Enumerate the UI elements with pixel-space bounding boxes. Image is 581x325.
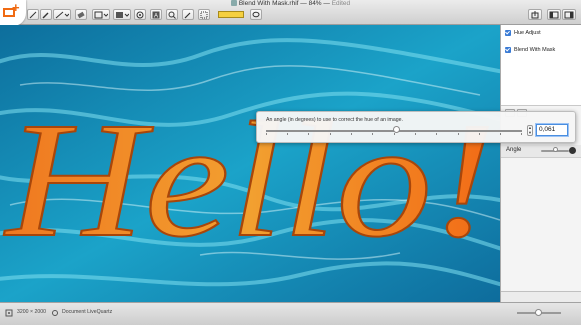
- sidebar-icon: [549, 11, 559, 18]
- layer-hue-adjust[interactable]: Hue Adjust: [505, 27, 541, 39]
- layout-icon: [94, 11, 108, 18]
- svg-text:A: A: [154, 13, 158, 19]
- gear-icon: [136, 11, 144, 18]
- image-canvas[interactable]: Hello!: [0, 25, 500, 302]
- popover-slider-knob[interactable]: [393, 126, 400, 133]
- zoom-slider-knob[interactable]: [535, 309, 542, 316]
- layer-blend-with-mask[interactable]: Blend With Mask: [505, 44, 555, 56]
- value-stepper[interactable]: ▲ ▼: [527, 125, 533, 136]
- eraser-tool-button[interactable]: [75, 9, 87, 20]
- layout-tool-button[interactable]: [92, 9, 110, 20]
- angle-control: Angle: [501, 145, 581, 158]
- layers-list: Hue Adjust Blend With Mask: [501, 25, 581, 106]
- app-logo: +: [0, 0, 26, 26]
- inspector-toggle-button[interactable]: [562, 9, 576, 20]
- picker-tool-button[interactable]: [182, 9, 194, 20]
- status-bar: 3200 × 2000 Document LiveQuartz: [0, 302, 581, 325]
- layer-visibility-checkbox[interactable]: [505, 47, 511, 53]
- line-tool-button[interactable]: [53, 9, 71, 20]
- zoom-level: 84%: [308, 0, 322, 7]
- shape-icon: [116, 11, 129, 18]
- lasso-icon: [252, 11, 260, 17]
- share-button[interactable]: [528, 9, 542, 20]
- document-icon: [230, 0, 237, 6]
- shape-tool-button[interactable]: [113, 9, 131, 20]
- angle-slider-knob[interactable]: [553, 147, 558, 152]
- image-dimensions: 3200 × 2000: [17, 309, 46, 315]
- gear-tool-button[interactable]: [134, 9, 146, 20]
- text-icon: A: [152, 11, 160, 19]
- canvas-artwork: Hello!: [0, 25, 500, 302]
- pen-icon: [29, 11, 37, 18]
- zoom-tool-button[interactable]: [166, 9, 178, 20]
- layer-label: Hue Adjust: [514, 30, 541, 36]
- text-tool-button[interactable]: A: [150, 9, 162, 20]
- pen-tool-button[interactable]: [27, 9, 39, 20]
- inspector-icon: [564, 11, 574, 18]
- eraser-icon: [77, 11, 85, 18]
- layers-panel: Hue Adjust Blend With Mask Angle: [500, 25, 581, 302]
- layer-visibility-checkbox[interactable]: [505, 30, 511, 36]
- eyedropper-icon: [184, 12, 191, 18]
- lasso-tool-button[interactable]: [250, 9, 262, 20]
- logo-plus-icon: +: [12, 0, 20, 15]
- brush-icon: [42, 12, 49, 18]
- brush-tool-button[interactable]: [40, 9, 52, 20]
- angle-value-field[interactable]: 0,061: [536, 124, 568, 136]
- share-icon: [531, 10, 539, 18]
- transform-icon: [200, 11, 208, 18]
- renderer-label[interactable]: Document LiveQuartz: [62, 309, 112, 315]
- angle-dial-icon[interactable]: [569, 147, 576, 154]
- magnifier-icon: [168, 11, 176, 19]
- settings-icon[interactable]: [51, 309, 59, 317]
- layer-label: Blend With Mask: [514, 47, 556, 53]
- transform-tool-button[interactable]: [198, 9, 210, 20]
- angle-label: Angle: [506, 147, 522, 153]
- toolbar: Blend With Mask.rhif — 84% — Edited A: [0, 0, 581, 25]
- sidebar-toggle-button[interactable]: [547, 9, 561, 20]
- window-title: Blend With Mask.rhif — 84% — Edited: [0, 0, 581, 7]
- panel-footer: [501, 291, 581, 302]
- angle-popover: An angle (in degrees) to use to correct …: [256, 111, 576, 143]
- edited-state: Edited: [331, 0, 351, 7]
- fit-icon[interactable]: [5, 309, 13, 317]
- line-icon: [55, 11, 69, 18]
- window-title-text: Blend With Mask.rhif: [238, 0, 299, 7]
- fill-color-swatch[interactable]: [218, 11, 244, 18]
- popover-slider-ticks: [266, 133, 522, 135]
- popover-description: An angle (in degrees) to use to correct …: [266, 117, 403, 123]
